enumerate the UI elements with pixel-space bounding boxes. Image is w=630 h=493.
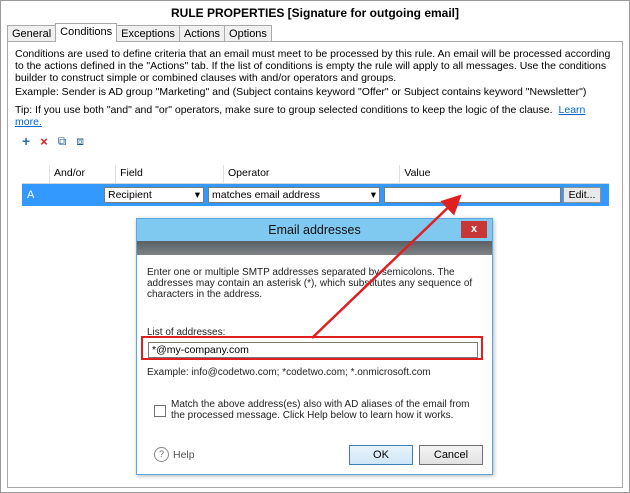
operator-value: matches email address (212, 189, 320, 201)
question-icon: ? (154, 447, 169, 462)
highlight-box (141, 336, 483, 360)
delete-condition-icon[interactable]: × (40, 134, 48, 149)
row-id: A (27, 189, 35, 201)
conditions-toolbar: + × ⧉ ⧈ (22, 133, 84, 149)
value-input[interactable] (384, 187, 561, 203)
header-value: Value (399, 165, 609, 183)
tab-options[interactable]: Options (224, 25, 272, 42)
group-conditions-icon[interactable]: ⧉ (58, 134, 67, 149)
dialog-intro: Enter one or multiple SMTP addresses sep… (147, 267, 473, 300)
cancel-button[interactable]: Cancel (419, 445, 483, 465)
example-hint: Example: info@codetwo.com; *codetwo.com;… (147, 367, 431, 378)
example-text: Example: Sender is AD group "Marketing" … (15, 86, 587, 98)
operator-cell: matches email address ▾ (206, 187, 382, 203)
dialog-header-band (137, 241, 492, 255)
tab-bar: General Conditions Exceptions Actions Op… (7, 23, 272, 42)
header-id (22, 165, 49, 183)
help-label: Help (173, 448, 195, 461)
tab-general[interactable]: General (7, 25, 57, 42)
conditions-grid: And/or Field Operator Value A Recipient ▾… (22, 165, 609, 206)
field-cell: Recipient ▾ (102, 187, 206, 203)
match-aliases-checkbox[interactable] (154, 405, 166, 417)
close-icon[interactable]: x (461, 221, 487, 238)
tip-label: Tip: If you use both "and" and "or" oper… (15, 104, 553, 116)
header-andor: And/or (49, 165, 115, 183)
tab-actions[interactable]: Actions (178, 25, 226, 42)
header-field: Field (115, 165, 223, 183)
description-text: Conditions are used to define criteria t… (15, 48, 611, 84)
window-title: RULE PROPERTIES [Signature for outgoing … (170, 6, 459, 20)
field-value: Recipient (108, 189, 152, 201)
edit-button[interactable]: Edit... (563, 187, 601, 203)
header-operator: Operator (222, 165, 399, 183)
chevron-down-icon: ▾ (370, 189, 376, 201)
help-button[interactable]: ? Help (154, 447, 195, 462)
ok-button[interactable]: OK (349, 445, 413, 465)
tab-exceptions[interactable]: Exceptions (116, 25, 180, 42)
field-dropdown[interactable]: Recipient ▾ (104, 187, 204, 203)
grid-header: And/or Field Operator Value (22, 165, 609, 184)
value-cell: Edit... (382, 187, 609, 203)
tip-text: Tip: If you use both "and" and "or" oper… (15, 104, 611, 128)
tab-conditions[interactable]: Conditions (55, 23, 118, 42)
condition-row[interactable]: A Recipient ▾ matches email address ▾ Edit… (22, 184, 609, 206)
dialog-title-bar: Email addresses x (137, 219, 492, 241)
add-condition-icon[interactable]: + (22, 133, 30, 149)
dialog-title: Email addresses (268, 223, 361, 237)
chevron-down-icon: ▾ (194, 189, 200, 201)
operator-dropdown[interactable]: matches email address ▾ (208, 187, 380, 203)
ungroup-conditions-icon[interactable]: ⧈ (76, 134, 84, 149)
match-aliases-label: Match the above address(es) also with AD… (171, 399, 470, 421)
